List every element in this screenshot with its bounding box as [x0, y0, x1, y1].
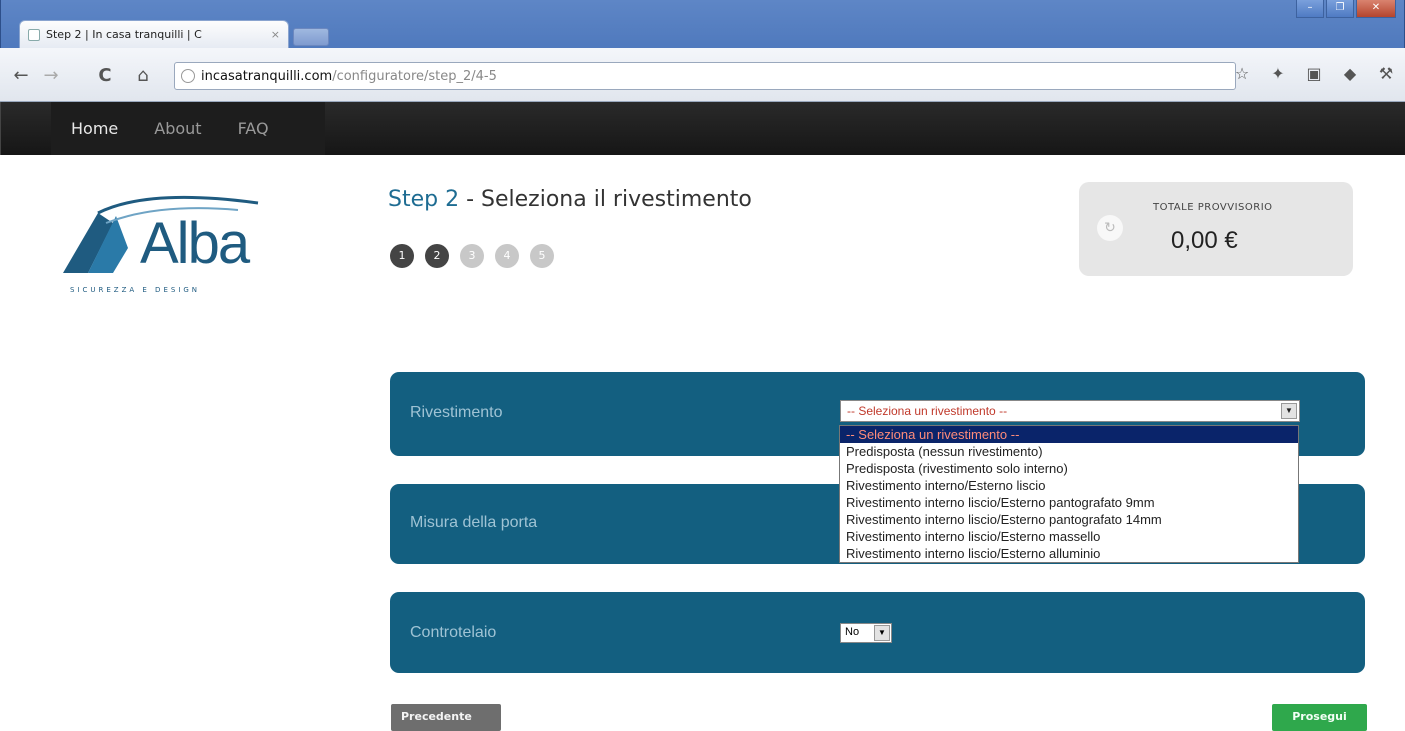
dropdown-option[interactable]: Rivestimento interno liscio/Esterno mass… [840, 528, 1298, 545]
page-info-icon[interactable] [181, 69, 195, 83]
extension-icon[interactable]: ▣ [1303, 62, 1325, 86]
total-box: ↻ TOTALE PROVVISORIO 0,00 € [1079, 182, 1353, 276]
maximize-button[interactable]: ❐ [1326, 0, 1354, 18]
dropdown-option[interactable]: -- Seleziona un rivestimento -- [840, 426, 1298, 443]
step-dot: 4 [495, 244, 519, 268]
window-controls: – ❐ ✕ [1296, 0, 1396, 18]
step-dot: 2 [425, 244, 449, 268]
rivestimento-dropdown-list: -- Seleziona un rivestimento -- Predispo… [839, 425, 1299, 563]
refresh-icon: ↻ [1097, 215, 1123, 241]
title-separator: - [459, 187, 482, 212]
url-host: incasatranquilli.com [201, 68, 333, 84]
controtelaio-selected-value: No [845, 626, 860, 638]
dropdown-option[interactable]: Rivestimento interno liscio/Esterno pant… [840, 511, 1298, 528]
extension-icon[interactable]: ✦ [1267, 62, 1289, 86]
misura-label: Misura della porta [410, 514, 538, 531]
dropdown-option[interactable]: Rivestimento interno liscio/Esterno allu… [840, 545, 1298, 562]
minimize-button[interactable]: – [1296, 0, 1324, 18]
rivestimento-label: Rivestimento [410, 404, 503, 421]
step-title-text: Seleziona il rivestimento [481, 187, 752, 212]
nav-faq[interactable]: FAQ [238, 119, 269, 138]
new-tab-button[interactable] [293, 28, 329, 46]
step-number: Step 2 [388, 187, 460, 212]
toolbar-extensions: ☆ ✦ ▣ ◆ ⚒ [1231, 62, 1397, 86]
dropdown-option[interactable]: Predisposta (nessun rivestimento) [840, 443, 1298, 460]
chevron-down-icon: ▼ [874, 625, 890, 641]
url-path: /configuratore/step_2/4-5 [332, 68, 497, 84]
address-bar[interactable]: incasatranquilli.com /configuratore/step… [174, 62, 1236, 90]
close-window-button[interactable]: ✕ [1356, 0, 1396, 18]
browser-tab[interactable]: Step 2 | In casa tranquilli | C × [19, 20, 289, 48]
controtelaio-panel: Controtelaio No ▼ [390, 592, 1365, 673]
chevron-down-icon: ▼ [1281, 403, 1297, 419]
page-title: Step 2 - Seleziona il rivestimento [388, 187, 752, 212]
browser-toolbar: ← → C ⌂ incasatranquilli.com /configurat… [0, 48, 1405, 102]
home-icon[interactable]: ⌂ [130, 63, 156, 89]
step-dot: 5 [530, 244, 554, 268]
back-icon[interactable]: ← [8, 63, 34, 89]
previous-button[interactable]: Precedente [391, 704, 501, 731]
step-dot: 1 [390, 244, 414, 268]
rivestimento-select[interactable]: -- Seleziona un rivestimento -- ▼ [840, 400, 1300, 422]
wrench-icon[interactable]: ⚒ [1375, 62, 1397, 86]
logo-subtitle: SICUREZZA E DESIGN [70, 286, 201, 294]
step-dot: 3 [460, 244, 484, 268]
site-navbar: Home About FAQ [0, 102, 1405, 155]
dropdown-option[interactable]: Predisposta (rivestimento solo interno) [840, 460, 1298, 477]
extension-icon[interactable]: ◆ [1339, 62, 1361, 86]
total-value: 0,00 € [1171, 227, 1238, 254]
controtelaio-select[interactable]: No ▼ [840, 623, 892, 643]
step-progress: 1 2 3 4 5 [390, 244, 554, 268]
rivestimento-selected-value: -- Seleziona un rivestimento -- [847, 404, 1008, 418]
tab-title: Step 2 | In casa tranquilli | C [46, 28, 202, 41]
star-icon[interactable]: ☆ [1231, 62, 1253, 86]
nav-about[interactable]: About [154, 119, 201, 138]
total-label: TOTALE PROVVISORIO [1153, 202, 1273, 213]
tab-close-icon[interactable]: × [271, 28, 280, 41]
controtelaio-label: Controtelaio [410, 624, 497, 641]
nav-home[interactable]: Home [71, 119, 118, 138]
favicon-icon [28, 28, 40, 41]
logo-text: Alba [140, 211, 250, 276]
dropdown-option[interactable]: Rivestimento interno liscio/Esterno pant… [840, 494, 1298, 511]
reload-icon[interactable]: C [92, 63, 118, 89]
next-button[interactable]: Prosegui [1272, 704, 1367, 731]
forward-icon[interactable]: → [38, 63, 64, 89]
dropdown-option[interactable]: Rivestimento interno/Esterno liscio [840, 477, 1298, 494]
